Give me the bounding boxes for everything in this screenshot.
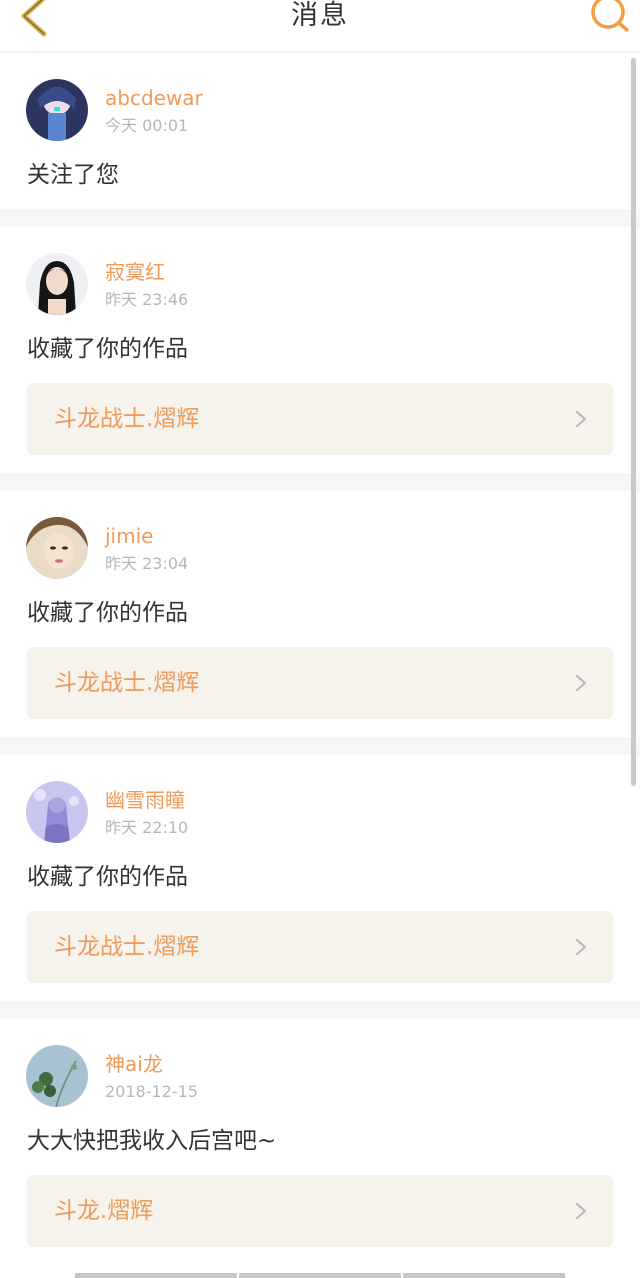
avatar-girl-dark-hair: [26, 253, 88, 315]
bottom-indicator-segment: [75, 1273, 237, 1278]
message-card: 寂寞红 昨天 23:46 收藏了你的作品 斗龙战士.熠辉: [0, 227, 640, 473]
chevron-right-icon: [576, 939, 586, 955]
avatar-anime-boy: [26, 79, 88, 141]
work-title: 斗龙战士.熠辉: [54, 406, 200, 432]
timestamp: 昨天 22:10: [105, 818, 189, 837]
timestamp: 2018-12-15: [105, 1082, 198, 1101]
page-title: 消息: [291, 0, 349, 31]
message-card: abcdewar 今天 00:01 关注了您: [0, 53, 640, 209]
user-avatar[interactable]: [26, 253, 88, 315]
username[interactable]: 神ai龙: [105, 1051, 163, 1077]
work-title: 斗龙战士.熠辉: [54, 670, 200, 696]
message-text: 收藏了你的作品: [27, 864, 188, 890]
work-title: 斗龙.熠辉: [54, 1198, 154, 1224]
work-link[interactable]: 斗龙战士.熠辉: [27, 911, 613, 983]
user-avatar[interactable]: [26, 517, 88, 579]
avatar-anime-purple: [26, 781, 88, 843]
work-title: 斗龙战士.熠辉: [54, 934, 200, 960]
work-link[interactable]: 斗龙.熠辉: [27, 1175, 613, 1247]
work-link[interactable]: 斗龙战士.熠辉: [27, 647, 613, 719]
message-card: 幽雪雨瞳 昨天 22:10 收藏了你的作品 斗龙战士.熠辉: [0, 755, 640, 1001]
username[interactable]: jimie: [105, 523, 153, 549]
message-card: 神ai龙 2018-12-15 大大快把我收入后宫吧~ 斗龙.熠辉: [0, 1019, 640, 1278]
username[interactable]: 幽雪雨瞳: [105, 787, 185, 813]
scrollbar[interactable]: [631, 58, 636, 786]
top-bar: 消息: [0, 0, 640, 52]
timestamp: 昨天 23:04: [105, 554, 189, 573]
timestamp: 昨天 23:46: [105, 290, 189, 309]
message-text: 关注了您: [27, 162, 119, 188]
avatar-girl-portrait: [26, 517, 88, 579]
timestamp: 今天 00:01: [105, 116, 189, 135]
username[interactable]: 寂寞红: [105, 259, 165, 285]
bottom-indicator-segment: [239, 1273, 401, 1278]
message-card: jimie 昨天 23:04 收藏了你的作品 斗龙战士.熠辉: [0, 491, 640, 737]
search-button[interactable]: [588, 0, 632, 34]
chevron-right-icon: [576, 1203, 586, 1219]
chevron-right-icon: [576, 675, 586, 691]
chevron-right-icon: [576, 411, 586, 427]
message-text: 收藏了你的作品: [27, 600, 188, 626]
search-icon: [591, 0, 629, 32]
user-avatar[interactable]: [26, 1045, 88, 1107]
bottom-indicator-segment: [403, 1273, 565, 1278]
avatar-plant: [26, 1045, 88, 1107]
username[interactable]: abcdewar: [105, 85, 203, 111]
user-avatar[interactable]: [26, 79, 88, 141]
bottom-indicator: [75, 1273, 565, 1278]
work-link[interactable]: 斗龙战士.熠辉: [27, 383, 613, 455]
message-text: 收藏了你的作品: [27, 336, 188, 362]
user-avatar[interactable]: [26, 781, 88, 843]
message-text: 大大快把我收入后宫吧~: [27, 1128, 277, 1154]
